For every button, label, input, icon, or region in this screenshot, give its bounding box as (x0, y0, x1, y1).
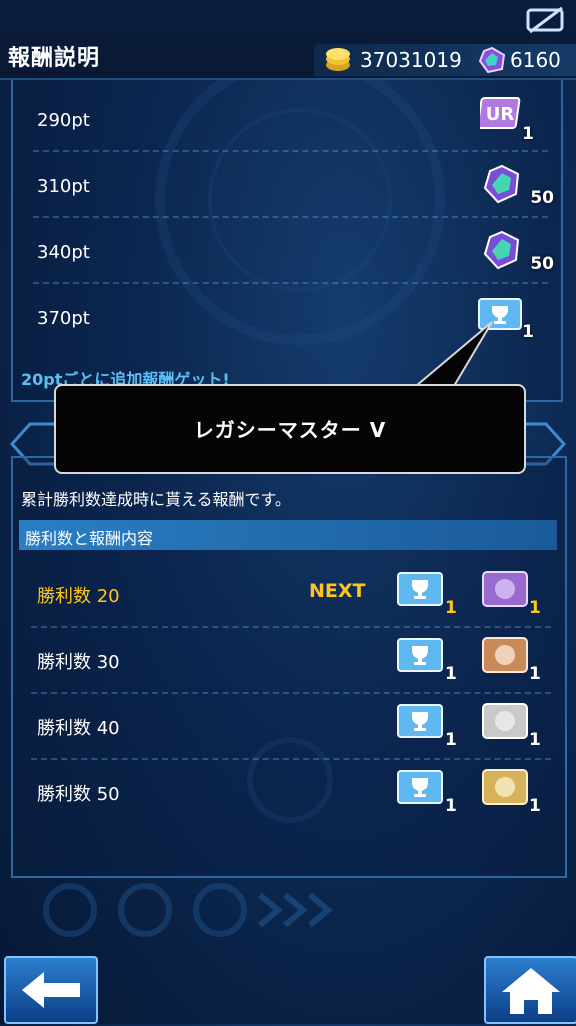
pt-label: 290pt (37, 110, 90, 131)
tooltip-text: レガシーマスター Ⅴ (193, 418, 387, 442)
table-row: 勝利数 50 1 1 (31, 758, 551, 824)
top-header: 報酬説明 37031019 6160 (0, 0, 576, 80)
ur-card-icon[interactable]: UR (476, 96, 522, 134)
gem-icon (478, 46, 506, 77)
reward-count: 1 (522, 124, 534, 144)
list-item: 310pt 50 (33, 150, 554, 218)
trophy-ticket-icon[interactable] (397, 572, 443, 610)
win-count-label: 勝利数 20 (37, 586, 120, 607)
list-item: 290pt UR 1 (33, 84, 548, 152)
table-row: 勝利数 40 1 1 (31, 692, 551, 760)
back-button[interactable] (4, 956, 98, 1024)
coin-value: 37031019 (360, 48, 462, 72)
list-item: 340pt 50 (33, 216, 554, 284)
pt-label: 340pt (37, 242, 90, 263)
ticket-count: 1 (445, 796, 457, 816)
home-button[interactable] (484, 956, 576, 1024)
card-pack-icon[interactable] (481, 768, 529, 810)
card-count: 1 (529, 796, 541, 816)
section-title: 勝利数と報酬内容 (25, 529, 154, 548)
pt-label: 370pt (37, 308, 90, 329)
win-count-label: 勝利数 40 (37, 718, 120, 739)
coin-icon (324, 47, 352, 77)
pt-label: 310pt (37, 176, 90, 197)
win-reward-panel: 累計勝利数達成時に貰える報酬です。 勝利数と報酬内容 勝利数 20 NEXT 1… (11, 456, 567, 878)
tooltip: レガシーマスター Ⅴ (54, 384, 526, 474)
card-count: 1 (529, 664, 541, 684)
table-row: 勝利数 30 1 1 (31, 626, 551, 694)
card-pack-icon[interactable] (481, 570, 529, 612)
win-count-label: 勝利数 50 (37, 784, 120, 805)
gem-icon[interactable] (482, 230, 522, 274)
gem-icon[interactable] (482, 164, 522, 208)
table-row: 勝利数 20 NEXT 1 1 (31, 560, 551, 628)
ticket-count: 1 (445, 730, 457, 750)
page-title: 報酬説明 (8, 46, 101, 71)
hide-ui-icon[interactable] (526, 6, 566, 38)
currency-bar: 37031019 6160 (314, 44, 576, 76)
ticket-count: 1 (445, 664, 457, 684)
reward-count: 50 (530, 188, 554, 208)
back-arrow-icon (22, 972, 80, 1008)
svg-text:UR: UR (486, 104, 515, 125)
reward-count: 1 (522, 322, 534, 342)
reward-count: 50 (530, 254, 554, 274)
gem-value: 6160 (510, 48, 561, 72)
card-pack-icon[interactable] (481, 636, 529, 678)
next-label: NEXT (309, 580, 366, 602)
trophy-ticket-icon[interactable] (397, 638, 443, 676)
card-pack-icon[interactable] (481, 702, 529, 744)
card-count: 1 (529, 730, 541, 750)
tooltip-pointer (413, 321, 493, 387)
trophy-ticket-icon[interactable] (397, 704, 443, 742)
card-count: 1 (529, 598, 541, 618)
section-header: 勝利数と報酬内容 (19, 520, 557, 550)
trophy-ticket-icon[interactable] (397, 770, 443, 808)
home-icon (502, 968, 560, 1014)
ticket-count: 1 (445, 598, 457, 618)
description: 累計勝利数達成時に貰える報酬です。 (21, 490, 291, 509)
win-count-label: 勝利数 30 (37, 652, 120, 673)
